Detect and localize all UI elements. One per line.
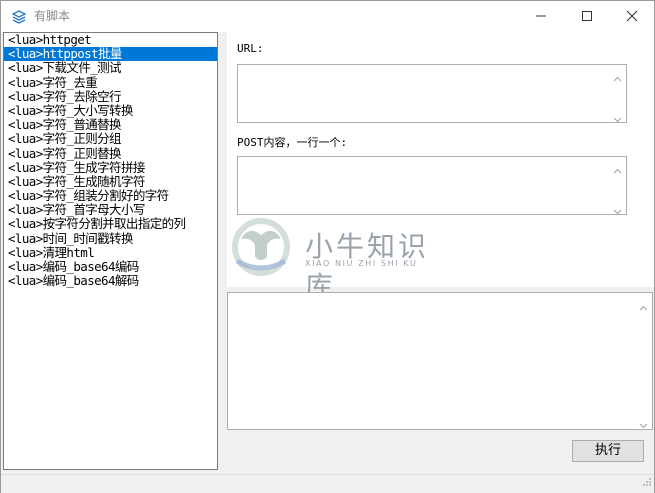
run-button[interactable]: 执行	[572, 440, 644, 462]
close-icon	[626, 7, 638, 26]
maximize-button[interactable]	[564, 1, 610, 32]
title-bar[interactable]: 有脚本	[1, 1, 654, 32]
minimize-icon	[535, 7, 547, 26]
scroll-up-icon[interactable]	[613, 161, 622, 174]
app-window: 有脚本 <lua>httpget <lua>httppost批量 <lua>下载文件…	[0, 0, 655, 493]
status-bar	[1, 474, 654, 493]
list-item[interactable]: <lua>httpget	[4, 33, 217, 47]
scroll-down-icon[interactable]	[639, 415, 648, 429]
url-label: URL:	[237, 42, 264, 55]
resize-grip-icon[interactable]	[642, 472, 652, 491]
post-label: POST内容，一行一个:	[237, 136, 348, 149]
list-item[interactable]: <lua>字符_去重	[4, 75, 217, 90]
maximize-icon	[581, 7, 593, 26]
list-item[interactable]: <lua>字符_正则替换	[4, 146, 217, 161]
output-scrollbar[interactable]	[636, 293, 652, 429]
output-field[interactable]	[227, 292, 653, 430]
list-item[interactable]: <lua>字符_普通替换	[4, 118, 217, 132]
list-item[interactable]: <lua>编码_base64解码	[4, 274, 217, 288]
list-item[interactable]: <lua>字符_正则分组	[4, 132, 217, 146]
list-item[interactable]: <lua>清理html	[4, 245, 217, 260]
scroll-up-icon[interactable]	[613, 69, 622, 82]
list-item[interactable]: <lua>字符_组装分割好的字符	[4, 188, 217, 203]
scroll-up-icon[interactable]	[639, 298, 648, 311]
list-item[interactable]: <lua>httppost批量	[4, 47, 217, 62]
layers-icon	[11, 9, 27, 24]
post-field[interactable]	[237, 156, 627, 215]
list-item[interactable]: <lua>字符_生成字符拼接	[4, 160, 217, 175]
list-item[interactable]: <lua>字符_生成随机字符	[4, 174, 217, 189]
list-item[interactable]: <lua>字符_去除空行	[4, 89, 217, 104]
close-button[interactable]	[609, 1, 655, 32]
list-item[interactable]: <lua>按字符分割并取出指定的列	[4, 217, 217, 231]
list-item[interactable]: <lua>编码_base64编码	[4, 259, 217, 274]
minimize-button[interactable]	[518, 1, 564, 32]
url-scrollbar[interactable]	[610, 65, 626, 123]
window-title: 有脚本	[34, 9, 71, 23]
post-scrollbar[interactable]	[610, 157, 626, 215]
list-item[interactable]: <lua>字符_首字母大小写	[4, 203, 217, 217]
script-list[interactable]: <lua>httpget <lua>httppost批量 <lua>下载文件_测试 <…	[3, 32, 218, 470]
scroll-down-icon[interactable]	[613, 109, 622, 123]
scroll-down-icon[interactable]	[613, 201, 622, 215]
list-item[interactable]: <lua>字符_大小写转换	[4, 103, 217, 118]
list-item[interactable]: <lua>下载文件_测试	[4, 61, 217, 75]
list-item[interactable]: <lua>时间_时间戳转换	[4, 231, 217, 246]
url-field[interactable]	[237, 64, 627, 123]
